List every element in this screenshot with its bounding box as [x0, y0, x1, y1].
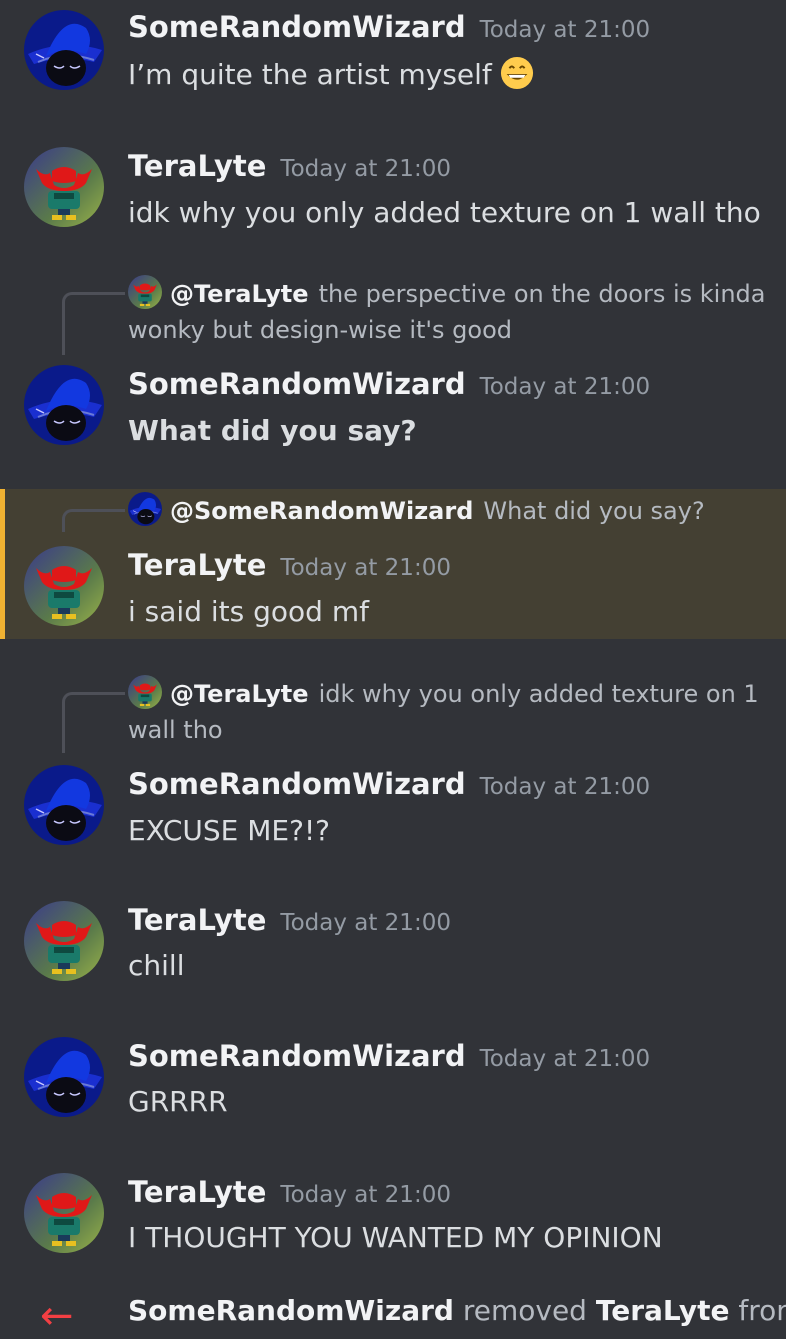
- wizard-avatar-icon: [24, 365, 104, 445]
- avatar-wizard[interactable]: [24, 365, 104, 445]
- reply-preview[interactable]: @TeraLyte idk why you only added texture …: [128, 676, 786, 748]
- reply-preview[interactable]: @SomeRandomWizard What did you say?: [128, 493, 768, 529]
- message-text: chill: [128, 949, 185, 982]
- author-name[interactable]: SomeRandomWizard: [128, 10, 466, 44]
- message-author[interactable]: SomeRandomWizard Today at 21:00: [128, 367, 650, 401]
- reply-connector: [62, 692, 125, 753]
- message-timestamp: Today at 21:00: [479, 774, 651, 800]
- message-timestamp: Today at 21:00: [479, 374, 651, 400]
- wizard-avatar-icon: [24, 765, 104, 845]
- message-text: GRRRR: [128, 1085, 228, 1118]
- tera-mini-avatar-icon: [128, 275, 162, 309]
- system-target[interactable]: TeraLyte: [596, 1294, 730, 1327]
- message-timestamp: Today at 21:00: [280, 1182, 451, 1208]
- reply-mention[interactable]: @SomeRandomWizard: [170, 497, 473, 525]
- wizard-avatar-icon: [24, 10, 104, 90]
- tera-avatar-icon: [24, 147, 104, 227]
- system-action: removed: [462, 1294, 587, 1327]
- message-author[interactable]: TeraLyte Today at 21:00: [128, 1175, 451, 1209]
- avatar-tera[interactable]: [24, 546, 104, 626]
- message-timestamp: Today at 21:00: [479, 17, 651, 43]
- author-name[interactable]: TeraLyte: [128, 149, 266, 183]
- author-name[interactable]: TeraLyte: [128, 548, 266, 582]
- message-6: TeraLyte Today at 21:00 chill: [0, 893, 786, 993]
- avatar-wizard[interactable]: [24, 10, 104, 90]
- system-suffix: from: [738, 1294, 786, 1327]
- message-text: What did you say?: [128, 414, 417, 447]
- message-timestamp: Today at 21:00: [280, 156, 451, 182]
- reply-connector: [62, 292, 125, 355]
- message-text-content: I’m quite the artist myself: [128, 58, 492, 91]
- message-4-highlighted: @SomeRandomWizard What did you say? TeraL…: [0, 489, 786, 639]
- system-message: ← SomeRandomWizard removed TeraLyte from: [0, 1290, 786, 1339]
- message-author[interactable]: TeraLyte Today at 21:00: [128, 548, 451, 582]
- message-timestamp: Today at 21:00: [479, 1046, 651, 1072]
- wizard-avatar-icon: [24, 1037, 104, 1117]
- author-name[interactable]: SomeRandomWizard: [128, 767, 466, 801]
- message-text: i said its good mf: [128, 595, 369, 628]
- message-1: SomeRandomWizard Today at 21:00 I’m quite…: [0, 0, 786, 120]
- tera-avatar-icon: [24, 1173, 104, 1253]
- system-text: SomeRandomWizard removed TeraLyte from: [128, 1294, 786, 1327]
- message-text: EXCUSE ME?!?: [128, 814, 331, 847]
- tera-mini-avatar-icon: [128, 675, 162, 709]
- reply-mention[interactable]: @TeraLyte: [170, 280, 309, 308]
- message-3: @TeraLyte the perspective on the doors is…: [0, 272, 786, 462]
- reply-connector: [62, 509, 125, 532]
- left-arrow-icon: ←: [40, 1293, 74, 1339]
- author-name[interactable]: SomeRandomWizard: [128, 1039, 466, 1073]
- wizard-mini-avatar-icon: [128, 492, 162, 526]
- message-author[interactable]: SomeRandomWizard Today at 21:00: [128, 767, 650, 801]
- message-text: I’m quite the artist myself: [128, 56, 534, 93]
- message-8: TeraLyte Today at 21:00 I THOUGHT YOU WAN…: [0, 1165, 786, 1265]
- message-timestamp: Today at 21:00: [280, 910, 451, 936]
- author-name[interactable]: SomeRandomWizard: [128, 367, 466, 401]
- reply-text: What did you say?: [483, 497, 705, 525]
- message-7: SomeRandomWizard Today at 21:00 GRRRR: [0, 1029, 786, 1129]
- reply-mention[interactable]: @TeraLyte: [170, 680, 309, 708]
- author-name[interactable]: TeraLyte: [128, 903, 266, 937]
- message-text: I THOUGHT YOU WANTED MY OPINION: [128, 1221, 663, 1254]
- tera-avatar-icon: [24, 546, 104, 626]
- message-timestamp: Today at 21:00: [280, 555, 451, 581]
- avatar-tera[interactable]: [24, 147, 104, 227]
- avatar-tera[interactable]: [24, 901, 104, 981]
- message-author[interactable]: SomeRandomWizard Today at 21:00: [128, 1039, 650, 1073]
- message-author[interactable]: TeraLyte Today at 21:00: [128, 903, 451, 937]
- avatar-wizard[interactable]: [24, 1037, 104, 1117]
- reply-preview[interactable]: @TeraLyte the perspective on the doors is…: [128, 276, 768, 348]
- message-author[interactable]: TeraLyte Today at 21:00: [128, 149, 451, 183]
- message-text: idk why you only added texture on 1 wall…: [128, 196, 761, 229]
- grinning-face-icon: [500, 56, 533, 90]
- system-actor[interactable]: SomeRandomWizard: [128, 1294, 454, 1327]
- avatar-tera[interactable]: [24, 1173, 104, 1253]
- author-name[interactable]: TeraLyte: [128, 1175, 266, 1209]
- avatar-wizard[interactable]: [24, 765, 104, 845]
- message-5: @TeraLyte idk why you only added texture …: [0, 672, 786, 852]
- tera-avatar-icon: [24, 901, 104, 981]
- message-author[interactable]: SomeRandomWizard Today at 21:00: [128, 10, 650, 44]
- message-2: TeraLyte Today at 21:00 idk why you only …: [0, 140, 786, 240]
